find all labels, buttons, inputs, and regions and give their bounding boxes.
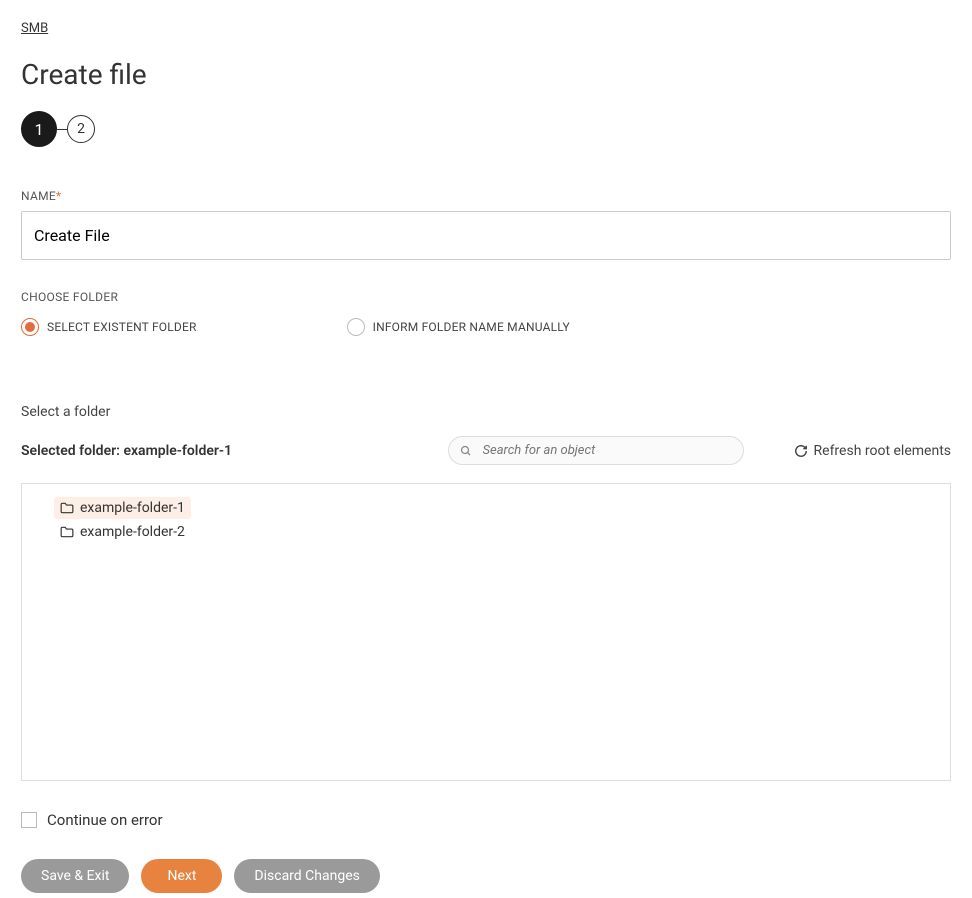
refresh-label: Refresh root elements	[814, 443, 951, 459]
radio-circle-icon	[21, 318, 39, 336]
button-row: Save & Exit Next Discard Changes	[21, 859, 951, 893]
selected-folder-row: Selected folder: example-folder-1 Refres…	[21, 436, 951, 465]
folder-icon	[60, 502, 74, 514]
step-connector	[57, 129, 67, 130]
selected-folder-label: Selected folder: example-folder-1	[21, 443, 232, 459]
choose-folder-group: CHOOSE FOLDER SELECT EXISTENT FOLDER INF…	[21, 290, 951, 336]
tree-item-label: example-folder-2	[80, 525, 185, 539]
radio-inform-manually[interactable]: INFORM FOLDER NAME MANUALLY	[347, 318, 570, 336]
select-folder-section: Select a folder Selected folder: example…	[21, 404, 951, 781]
radio-dot-icon	[25, 322, 35, 332]
stepper: 1 2	[21, 111, 951, 147]
page-title: Create file	[21, 58, 951, 91]
tree-item-label: example-folder-1	[80, 501, 185, 515]
selected-folder-value: example-folder-1	[123, 443, 232, 459]
save-exit-button[interactable]: Save & Exit	[21, 859, 129, 893]
tree-item[interactable]: example-folder-2	[54, 521, 191, 543]
continue-on-error-label: Continue on error	[47, 811, 163, 829]
tree-item[interactable]: example-folder-1	[54, 497, 191, 519]
search-icon	[460, 445, 472, 457]
name-input[interactable]	[21, 211, 951, 260]
selected-folder-prefix: Selected folder:	[21, 443, 123, 459]
radio-circle-icon	[347, 318, 365, 336]
search-input[interactable]	[448, 436, 744, 465]
discard-button[interactable]: Discard Changes	[234, 859, 379, 893]
required-asterisk: *	[56, 189, 61, 203]
radio-select-existent-label: SELECT EXISTENT FOLDER	[47, 320, 197, 334]
select-folder-title: Select a folder	[21, 404, 951, 420]
step-1[interactable]: 1	[21, 111, 57, 147]
radio-select-existent[interactable]: SELECT EXISTENT FOLDER	[21, 318, 197, 336]
name-field-group: NAME*	[21, 189, 951, 260]
step-2[interactable]: 2	[67, 115, 95, 143]
next-button[interactable]: Next	[141, 859, 222, 893]
radio-inform-manually-label: INFORM FOLDER NAME MANUALLY	[373, 320, 570, 334]
search-wrap	[448, 436, 744, 465]
choose-folder-label: CHOOSE FOLDER	[21, 290, 951, 304]
breadcrumb[interactable]: SMB	[21, 21, 48, 36]
folder-tree[interactable]: example-folder-1 example-folder-2	[21, 483, 951, 781]
name-label-text: NAME	[21, 189, 56, 203]
refresh-icon	[794, 444, 808, 458]
folder-icon	[60, 526, 74, 538]
continue-on-error-row: Continue on error	[21, 811, 951, 829]
refresh-root-elements[interactable]: Refresh root elements	[794, 443, 951, 459]
continue-on-error-checkbox[interactable]	[21, 812, 37, 828]
name-label: NAME*	[21, 189, 951, 203]
folder-radio-group: SELECT EXISTENT FOLDER INFORM FOLDER NAM…	[21, 318, 951, 336]
